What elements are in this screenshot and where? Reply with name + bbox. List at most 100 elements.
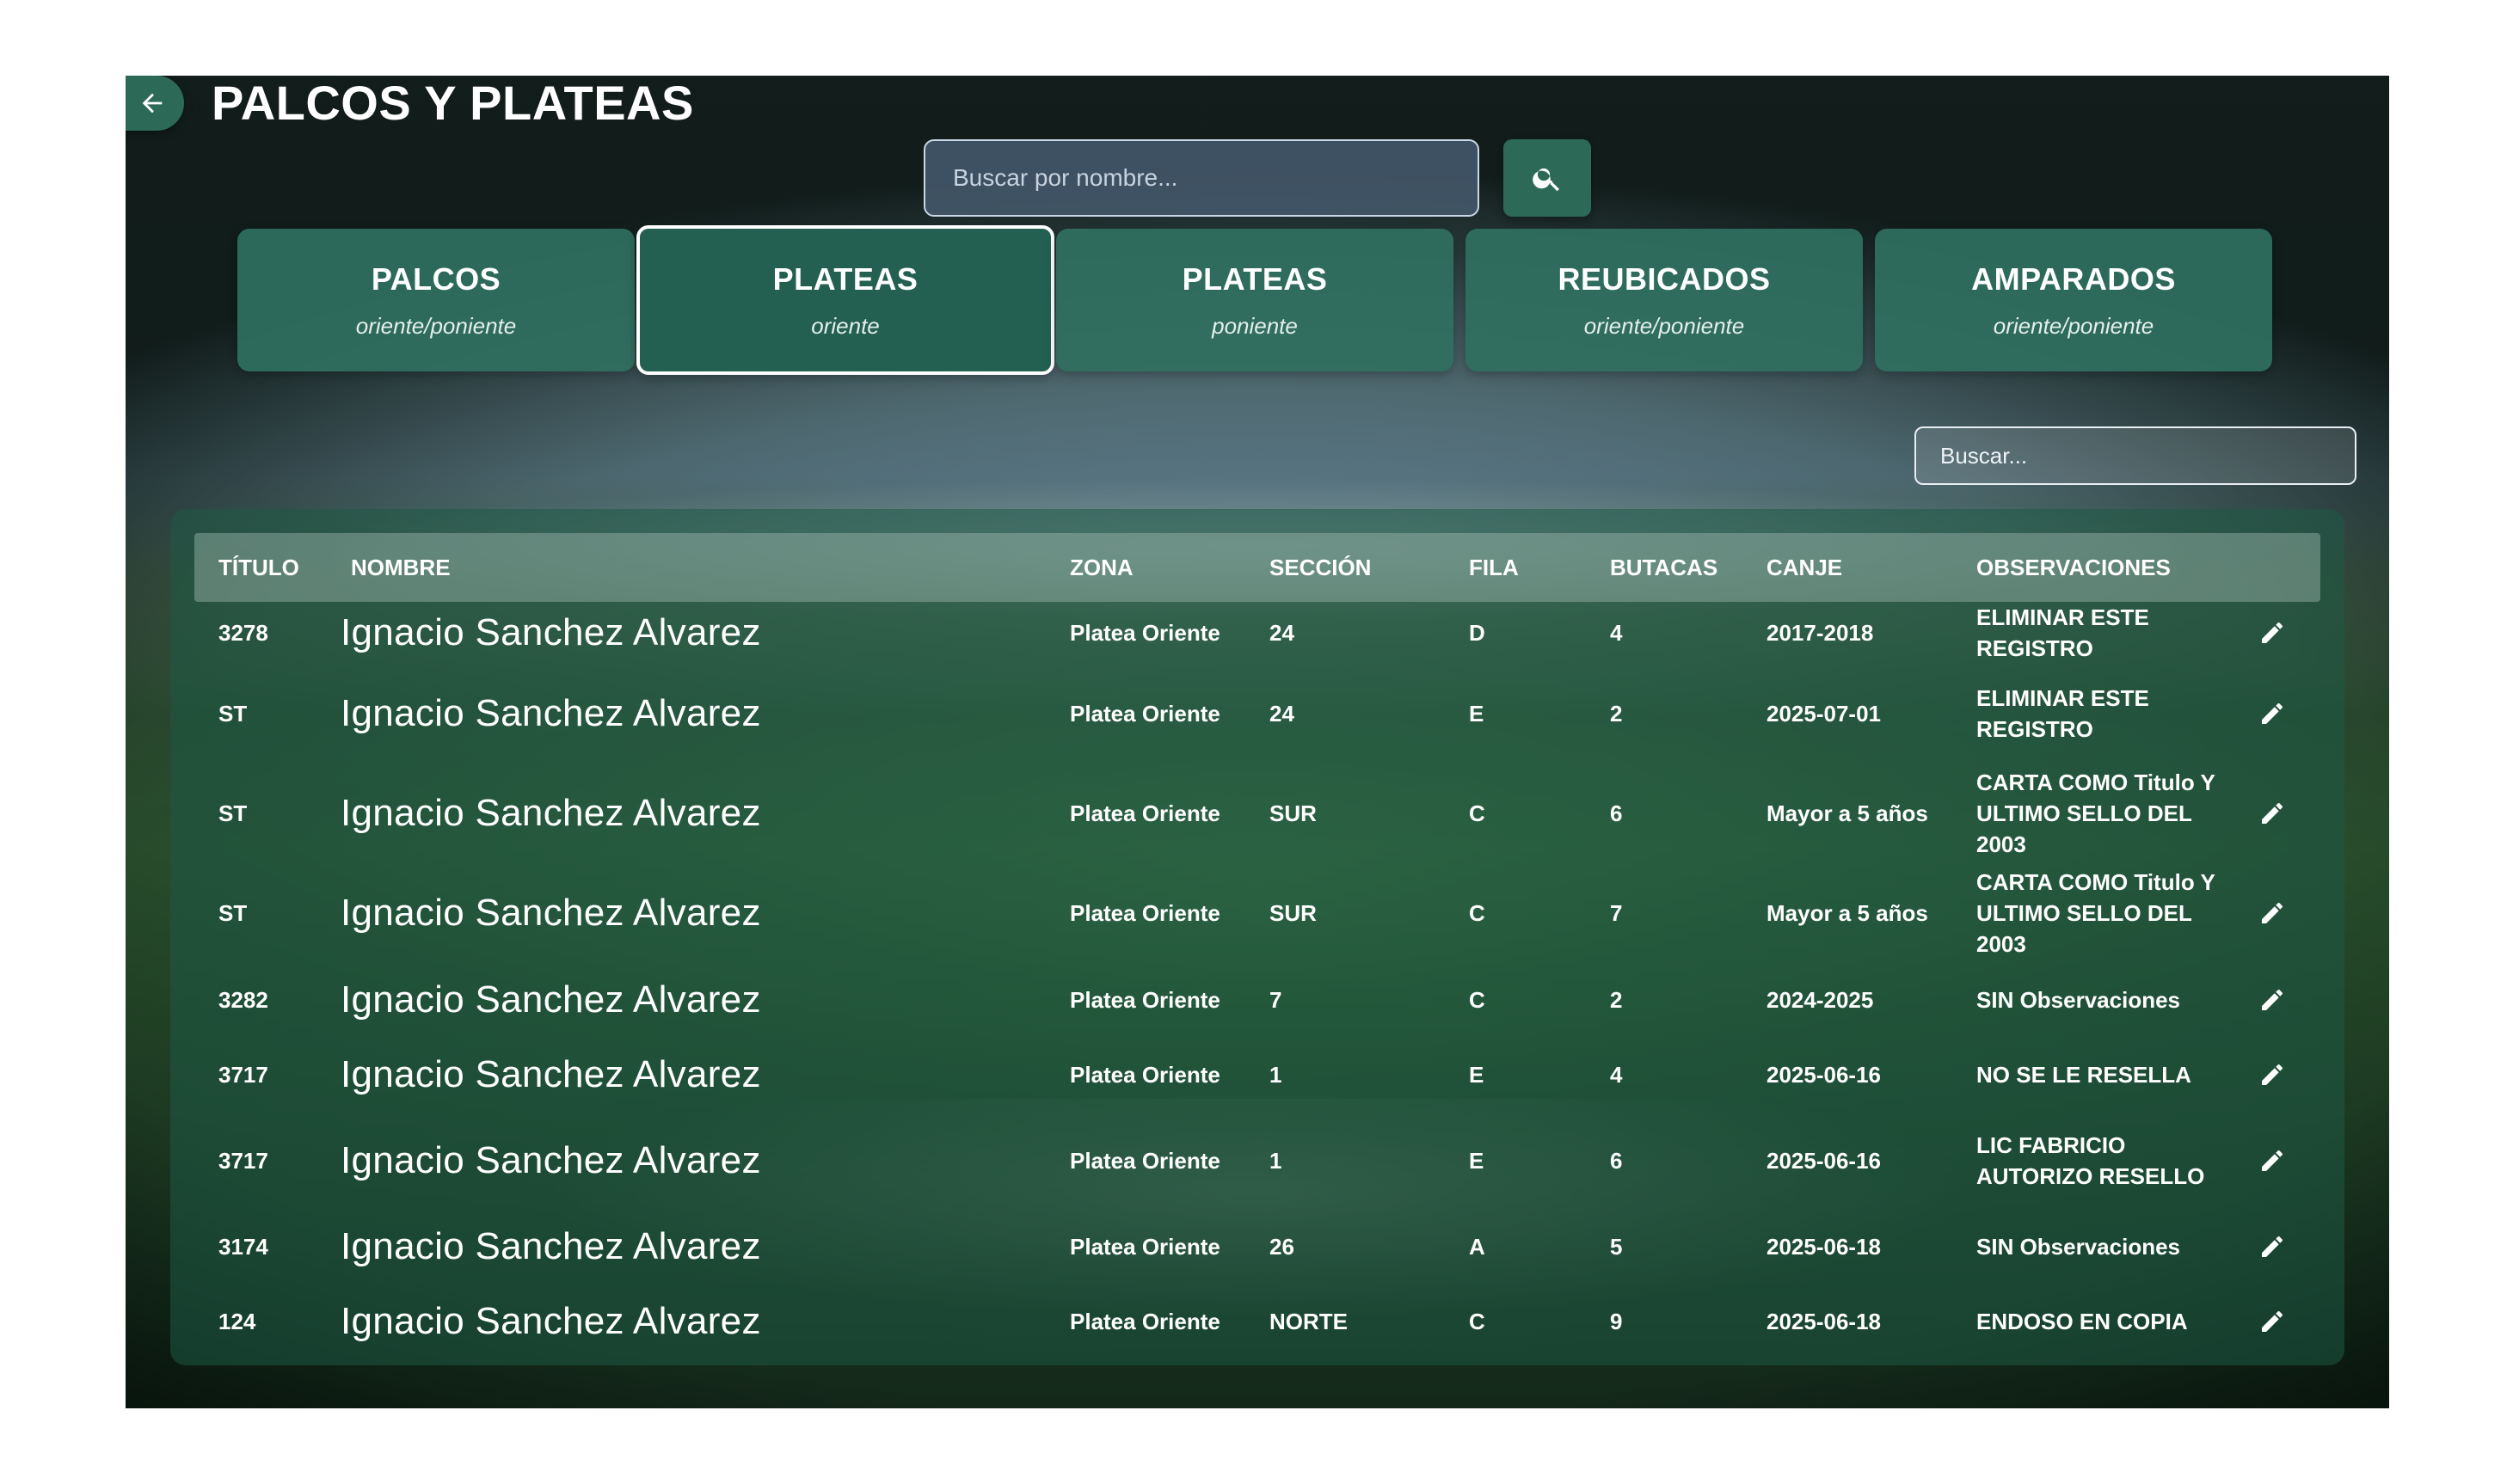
cell-canje: Mayor a 5 años xyxy=(1766,899,1928,926)
cell-fila: D xyxy=(1469,619,1485,646)
cell-seccion: 1 xyxy=(1269,1061,1282,1088)
cell-zona: Platea Oriente xyxy=(1070,899,1220,926)
cell-seccion: 26 xyxy=(1269,1233,1294,1260)
edit-button[interactable] xyxy=(2258,863,2286,963)
table-row[interactable]: ST Ignacio Sanchez Alvarez Platea Orient… xyxy=(194,664,2320,763)
cell-nombre: Ignacio Sanchez Alvarez xyxy=(341,1053,761,1095)
tab-title: PLATEAS xyxy=(1182,261,1328,297)
tab-plateas-poniente[interactable]: PLATEAS poniente xyxy=(1056,229,1453,371)
cell-seccion: SUR xyxy=(1269,899,1317,926)
cell-observaciones: NO SE LE RESELLA xyxy=(1976,1062,2191,1088)
search-button[interactable] xyxy=(1503,139,1591,217)
cell-observaciones: SIN Observaciones xyxy=(1976,987,2180,1013)
tab-title: AMPARADOS xyxy=(1971,261,2176,297)
cell-titulo: 3717 xyxy=(218,1147,268,1174)
cell-observaciones: SIN Observaciones xyxy=(1976,1234,2180,1260)
table-row[interactable]: 3278 Ignacio Sanchez Alvarez Platea Orie… xyxy=(194,602,2320,664)
cell-nombre: Ignacio Sanchez Alvarez xyxy=(341,611,761,653)
cell-butacas: 6 xyxy=(1610,1147,1623,1174)
cell-butacas: 2 xyxy=(1610,986,1623,1013)
column-header-observaciones[interactable]: OBSERVACIONES xyxy=(1976,533,2171,602)
table-row[interactable]: 3282 Ignacio Sanchez Alvarez Platea Orie… xyxy=(194,963,2320,1037)
tab-palcos[interactable]: PALCOS oriente/poniente xyxy=(237,229,635,371)
cell-titulo: ST xyxy=(218,700,248,727)
back-button[interactable] xyxy=(126,76,184,131)
cell-butacas: 4 xyxy=(1610,1061,1623,1088)
pencil-icon xyxy=(2262,622,2283,643)
cell-butacas: 2 xyxy=(1610,700,1623,727)
table-row[interactable]: 3717 Ignacio Sanchez Alvarez Platea Orie… xyxy=(194,1037,2320,1113)
column-header-canje[interactable]: CANJE xyxy=(1766,533,1842,602)
cell-nombre: Ignacio Sanchez Alvarez xyxy=(341,1300,761,1342)
cell-titulo: ST xyxy=(218,899,248,926)
edit-button[interactable] xyxy=(2258,1113,2286,1209)
cell-zona: Platea Oriente xyxy=(1070,619,1220,646)
cell-fila: C xyxy=(1469,899,1485,926)
tab-subtitle: oriente xyxy=(811,312,880,339)
column-header-zona[interactable]: ZONA xyxy=(1070,533,1134,602)
category-tabs: PALCOS oriente/poniente PLATEAS oriente … xyxy=(237,225,2277,375)
cell-canje: 2025-07-01 xyxy=(1766,700,1881,727)
table-row[interactable]: 3717 Ignacio Sanchez Alvarez Platea Orie… xyxy=(194,1113,2320,1209)
tab-title: REUBICADOS xyxy=(1558,261,1771,297)
search-input[interactable] xyxy=(924,139,1479,217)
cell-butacas: 6 xyxy=(1610,800,1623,826)
cell-fila: C xyxy=(1469,800,1485,826)
app-window: PALCOS Y PLATEAS PALCOS oriente/poniente… xyxy=(126,76,2389,1408)
tab-reubicados[interactable]: REUBICADOS oriente/poniente xyxy=(1465,229,1863,371)
edit-button[interactable] xyxy=(2258,602,2286,664)
cell-observaciones: CARTA COMO Titulo Y ULTIMO SELLO DEL 200… xyxy=(1976,869,2215,957)
cell-fila: E xyxy=(1469,700,1484,727)
edit-button[interactable] xyxy=(2258,1037,2286,1113)
tab-title: PALCOS xyxy=(371,261,501,297)
cell-canje: 2025-06-18 xyxy=(1766,1233,1881,1260)
cell-observaciones: LIC FABRICIO AUTORIZO RESELLO xyxy=(1976,1132,2205,1189)
pencil-icon xyxy=(2262,903,2283,923)
cell-seccion: 7 xyxy=(1269,986,1282,1013)
edit-button[interactable] xyxy=(2258,1209,2286,1285)
cell-fila: C xyxy=(1469,1308,1485,1334)
tab-subtitle: oriente/poniente xyxy=(355,312,517,339)
cell-nombre: Ignacio Sanchez Alvarez xyxy=(341,792,761,834)
table-row[interactable]: ST Ignacio Sanchez Alvarez Platea Orient… xyxy=(194,763,2320,863)
table-row[interactable]: 124 Ignacio Sanchez Alvarez Platea Orien… xyxy=(194,1285,2320,1358)
edit-button[interactable] xyxy=(2258,763,2286,863)
cell-titulo: 124 xyxy=(218,1308,256,1334)
cell-zona: Platea Oriente xyxy=(1070,700,1220,727)
column-header-seccion[interactable]: SECCIÓN xyxy=(1269,533,1371,602)
cell-zona: Platea Oriente xyxy=(1070,1308,1220,1334)
table-row[interactable]: 3174 Ignacio Sanchez Alvarez Platea Orie… xyxy=(194,1209,2320,1285)
edit-button[interactable] xyxy=(2258,1285,2286,1358)
cell-nombre: Ignacio Sanchez Alvarez xyxy=(341,1139,761,1181)
pencil-icon xyxy=(2262,1311,2283,1332)
edit-button[interactable] xyxy=(2258,963,2286,1037)
table-filter-input[interactable] xyxy=(1914,426,2356,485)
records-table: TÍTULO NOMBRE ZONA SECCIÓN FILA BUTACAS … xyxy=(170,509,2344,1365)
page-title: PALCOS Y PLATEAS xyxy=(212,76,694,130)
cell-seccion: 24 xyxy=(1269,700,1294,727)
pencil-icon xyxy=(2262,1150,2283,1171)
pencil-icon xyxy=(2262,1236,2283,1257)
cell-titulo: 3278 xyxy=(218,619,268,646)
cell-fila: C xyxy=(1469,986,1485,1013)
cell-butacas: 9 xyxy=(1610,1308,1623,1334)
cell-canje: 2017-2018 xyxy=(1766,619,1874,646)
table-body: 3278 Ignacio Sanchez Alvarez Platea Orie… xyxy=(194,602,2320,1358)
column-header-titulo[interactable]: TÍTULO xyxy=(218,533,299,602)
cell-observaciones: ENDOSO EN COPIA xyxy=(1976,1309,2188,1334)
cell-zona: Platea Oriente xyxy=(1070,1061,1220,1088)
cell-canje: Mayor a 5 años xyxy=(1766,800,1928,826)
column-header-fila[interactable]: FILA xyxy=(1469,533,1519,602)
column-header-butacas[interactable]: BUTACAS xyxy=(1610,533,1717,602)
cell-observaciones: ELIMINAR ESTE REGISTRO xyxy=(1976,685,2149,742)
table-row[interactable]: ST Ignacio Sanchez Alvarez Platea Orient… xyxy=(194,863,2320,963)
pencil-icon xyxy=(2262,1064,2283,1085)
cell-nombre: Ignacio Sanchez Alvarez xyxy=(341,692,761,734)
column-header-nombre[interactable]: NOMBRE xyxy=(351,533,451,602)
tab-plateas-oriente[interactable]: PLATEAS oriente xyxy=(636,225,1054,375)
cell-fila: A xyxy=(1469,1233,1485,1260)
cell-zona: Platea Oriente xyxy=(1070,1233,1220,1260)
edit-button[interactable] xyxy=(2258,664,2286,763)
cell-butacas: 5 xyxy=(1610,1233,1623,1260)
tab-amparados[interactable]: AMPARADOS oriente/poniente xyxy=(1875,229,2272,371)
